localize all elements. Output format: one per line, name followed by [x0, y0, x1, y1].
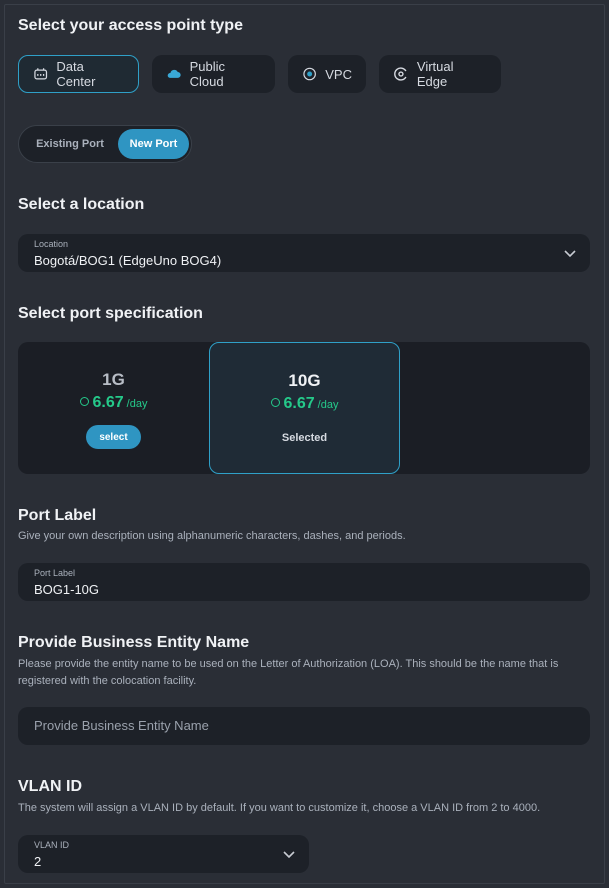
vlan-value: 2 — [34, 854, 42, 869]
access-type-public-cloud[interactable]: Public Cloud — [152, 55, 275, 93]
port-label-value: BOG1-10G — [34, 582, 100, 597]
vlan-heading: VLAN ID — [18, 778, 82, 795]
port-spec-price: 6.67/day — [18, 394, 209, 412]
business-entity-heading: Provide Business Entity Name — [18, 634, 250, 651]
existing-port-option[interactable]: Existing Port — [23, 129, 117, 159]
location-heading: Select a location — [18, 196, 145, 213]
business-entity-input[interactable]: Provide Business Entity Name — [18, 707, 590, 745]
new-port-option[interactable]: New Port — [118, 129, 189, 159]
credit-coin-icon — [79, 397, 89, 406]
business-entity-description-line2: registered with the colocation facility. — [18, 675, 197, 687]
data-center-icon — [34, 68, 48, 80]
port-spec-heading: Select port specification — [18, 305, 203, 322]
port-spec-1g-card[interactable]: 1G 6.67/day select — [18, 342, 209, 474]
access-type-label: VPC — [325, 66, 352, 82]
port-spec-options: 1G 6.67/day select 10G 6.67/day Selected — [18, 342, 590, 474]
port-spec-price: 6.67/day — [210, 395, 399, 413]
port-label-field-label: Port Label — [34, 568, 76, 578]
vlan-id-select[interactable]: VLAN ID 2 — [18, 835, 309, 873]
virtual-edge-icon — [394, 67, 407, 81]
price-unit: /day — [126, 398, 148, 410]
access-type-data-center[interactable]: Data Center — [18, 55, 139, 93]
access-type-label: Virtual Edge — [416, 59, 454, 89]
cloud-icon — [167, 69, 181, 78]
access-point-heading: Select your access point type — [18, 17, 243, 34]
port-label-description: Give your own description using alphanum… — [18, 530, 406, 542]
price-unit: /day — [317, 399, 339, 411]
access-type-virtual-edge[interactable]: Virtual Edge — [379, 55, 501, 93]
chevron-down-icon — [564, 250, 576, 258]
location-value: Bogotá/BOG1 (EdgeUno BOG4) — [34, 253, 222, 268]
business-entity-description-line1: Please provide the entity name to be use… — [18, 658, 559, 670]
vpc-icon — [303, 67, 316, 81]
business-entity-placeholder: Provide Business Entity Name — [34, 718, 209, 733]
access-type-label: Public Cloud — [189, 59, 226, 89]
port-spec-title: 1G — [102, 370, 125, 389]
selected-status: Selected — [281, 432, 328, 444]
price-amount: 6.67 — [283, 395, 315, 412]
price-amount: 6.67 — [92, 394, 124, 411]
select-1g-button[interactable]: select — [86, 425, 141, 449]
port-label-heading: Port Label — [18, 507, 97, 524]
port-spec-10g-card[interactable]: 10G 6.67/day Selected — [209, 342, 400, 474]
access-type-label: Data Center — [56, 59, 96, 89]
location-field-label: Location — [34, 239, 69, 249]
port-type-toggle: Existing Port New Port — [18, 125, 192, 163]
port-spec-title: 10G — [288, 371, 321, 390]
credit-coin-icon — [270, 398, 280, 407]
location-select[interactable]: Location Bogotá/BOG1 (EdgeUno BOG4) — [18, 234, 590, 272]
vlan-field-label: VLAN ID — [34, 840, 70, 850]
port-label-input[interactable]: Port Label BOG1-10G — [18, 563, 590, 601]
access-type-vpc[interactable]: VPC — [288, 55, 366, 93]
vlan-description: The system will assign a VLAN ID by defa… — [18, 802, 541, 814]
chevron-down-icon — [283, 851, 295, 859]
